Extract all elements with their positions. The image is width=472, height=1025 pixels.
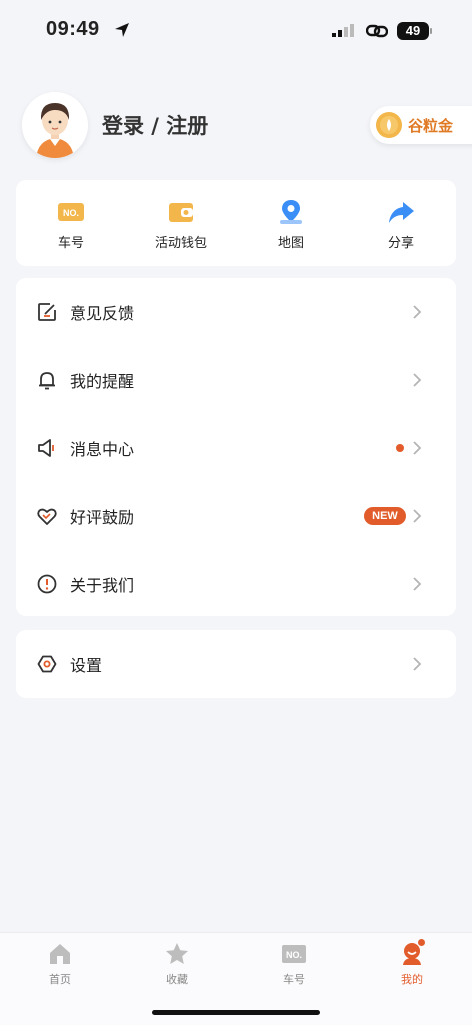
map-pin-icon <box>280 200 302 224</box>
quick-action-label: 车号 <box>57 236 84 251</box>
signal-icon <box>332 24 354 37</box>
profile-header: 登录 / 注册 谷粒金 <box>0 86 472 166</box>
tab-mine[interactable]: 我的 <box>372 939 452 987</box>
share-icon <box>389 202 414 223</box>
tab-home[interactable]: 首页 <box>20 941 100 987</box>
avatar[interactable] <box>22 92 88 158</box>
menu-item-label: 我的提醒 <box>70 372 135 391</box>
grain-coin-icon <box>376 112 402 138</box>
chevron-right-icon <box>413 305 422 319</box>
quick-action-plate[interactable]: NO. 车号 <box>16 198 126 251</box>
edit-icon <box>38 303 56 321</box>
battery-nub <box>430 28 432 34</box>
tab-label: 我的 <box>401 973 423 986</box>
chevron-right-icon <box>413 657 422 671</box>
chevron-right-icon <box>413 441 422 455</box>
tab-favorites[interactable]: 收藏 <box>137 941 217 987</box>
grain-gold-button[interactable]: 谷粒金 <box>370 106 472 144</box>
quick-action-map[interactable]: 地图 <box>236 198 346 251</box>
new-badge: NEW <box>364 507 406 525</box>
settings-icon <box>37 655 57 673</box>
chevron-right-icon <box>413 577 422 591</box>
menu-item-messages[interactable]: 消息中心 <box>16 414 456 482</box>
menu-item-rate[interactable]: 好评鼓励 NEW <box>16 482 456 550</box>
menu-item-label: 意见反馈 <box>70 304 135 323</box>
tab-label: 首页 <box>49 973 71 986</box>
status-bar: 09:49 49 <box>0 0 472 62</box>
menu-item-label: 好评鼓励 <box>70 508 135 527</box>
menu-card: 意见反馈 我的提醒 消息中心 好评鼓励 NEW 关于我们 <box>16 278 456 616</box>
tab-plate[interactable]: NO. 车号 <box>254 941 334 987</box>
menu-item-label: 设置 <box>70 656 103 675</box>
svg-text:NO.: NO. <box>286 950 302 960</box>
svg-text:NO.: NO. <box>63 208 79 218</box>
quick-actions-card: NO. 车号 活动钱包 地图 分享 <box>16 180 456 266</box>
tab-notification-dot <box>418 939 425 946</box>
quick-action-label: 活动钱包 <box>154 236 207 251</box>
star-icon <box>166 943 188 964</box>
menu-item-label: 关于我们 <box>70 576 135 595</box>
chevron-right-icon <box>413 509 422 523</box>
plate-icon: NO. <box>58 203 84 221</box>
home-icon <box>50 944 70 964</box>
settings-card: 设置 <box>16 630 456 698</box>
home-indicator <box>152 1010 320 1015</box>
battery-indicator: 49 <box>397 22 429 40</box>
unread-dot <box>396 444 404 452</box>
user-avatar-icon <box>22 92 88 158</box>
login-register-link[interactable]: 登录 / 注册 <box>102 110 208 140</box>
bell-icon <box>39 372 55 390</box>
plate-icon: NO. <box>282 945 306 963</box>
speaker-icon <box>38 439 54 457</box>
tab-label: 收藏 <box>166 973 188 986</box>
location-arrow-icon <box>115 23 129 37</box>
heart-icon <box>37 508 57 525</box>
menu-item-about[interactable]: 关于我们 <box>16 550 456 618</box>
menu-item-settings[interactable]: 设置 <box>16 630 456 698</box>
chevron-right-icon <box>413 373 422 387</box>
quick-action-label: 分享 <box>387 236 414 251</box>
quick-action-label: 地图 <box>277 236 304 251</box>
tab-label: 车号 <box>283 973 305 986</box>
grain-gold-label: 谷粒金 <box>408 117 454 135</box>
info-icon <box>37 574 57 594</box>
menu-item-reminders[interactable]: 我的提醒 <box>16 346 456 414</box>
quick-action-wallet[interactable]: 活动钱包 <box>126 198 236 251</box>
link-icon <box>366 24 388 38</box>
status-time: 09:49 <box>46 18 100 40</box>
quick-action-share[interactable]: 分享 <box>346 198 456 251</box>
menu-item-label: 消息中心 <box>70 440 135 459</box>
wallet-icon <box>169 203 193 222</box>
menu-item-feedback[interactable]: 意见反馈 <box>16 278 456 346</box>
